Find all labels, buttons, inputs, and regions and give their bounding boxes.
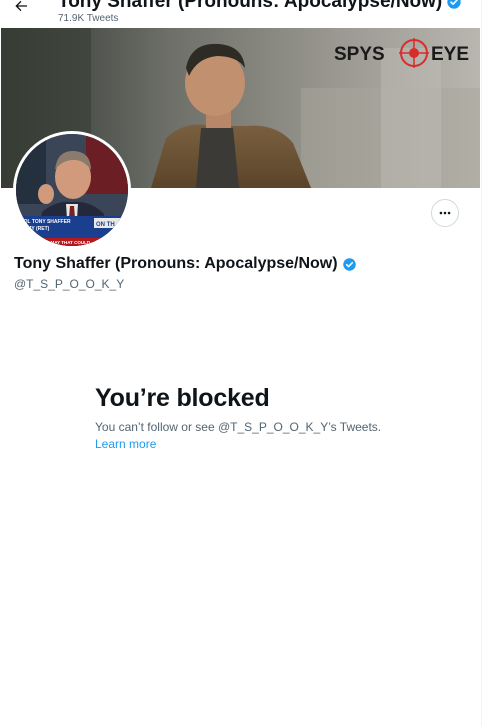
header-title-text: Tony Shaffer (Pronouns: Apocalypse/Now)	[58, 0, 443, 12]
chyron-name: COL TONY SHAFFER	[20, 219, 71, 225]
verified-badge-icon	[342, 257, 356, 271]
chyron-ticker: VISITED IN MAY THAT COULD	[26, 240, 91, 245]
blocked-title: You’re blocked	[95, 384, 270, 412]
profile-handle: @T_S_P_O_O_K_Y	[14, 277, 125, 291]
profile-name: Tony Shaffer (Pronouns: Apocalypse/Now)	[14, 255, 357, 273]
arrow-left-icon	[15, 0, 27, 12]
banner-logo-right: EYE	[431, 44, 469, 65]
more-options-button[interactable]	[431, 199, 459, 227]
back-button[interactable]	[5, 0, 37, 22]
more-horizontal-icon	[439, 211, 451, 215]
header-title: Tony Shaffer (Pronouns: Apocalypse/Now)	[58, 0, 462, 13]
banner-logo-left: SPYS	[334, 44, 385, 65]
blocked-message: You can’t follow or see @T_S_P_O_O_K_Y’s…	[95, 420, 382, 434]
learn-more-link[interactable]: Learn more	[95, 437, 156, 451]
profile-name-text: Tony Shaffer (Pronouns: Apocalypse/Now)	[14, 255, 338, 272]
profile-header: Tony Shaffer (Pronouns: Apocalypse/Now) …	[0, 0, 481, 28]
tweet-count: 71.9K Tweets	[58, 13, 119, 24]
chyron-subtitle: ARMY (RET)	[20, 226, 50, 232]
verified-badge-icon	[447, 0, 461, 9]
chyron-tag: ON TH	[96, 222, 115, 228]
avatar[interactable]: COL TONY SHAFFER ARMY (RET) ON TH VISITE…	[13, 131, 131, 249]
profile-column: Tony Shaffer (Pronouns: Apocalypse/Now) …	[0, 0, 482, 726]
